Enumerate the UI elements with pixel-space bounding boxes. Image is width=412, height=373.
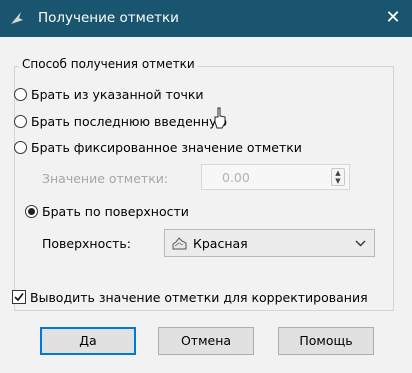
- surface-selected-value: Красная: [193, 236, 248, 251]
- surface-combobox[interactable]: Красная: [164, 229, 375, 257]
- close-icon: ✕: [385, 7, 401, 28]
- spin-up-icon[interactable]: ▲: [335, 169, 340, 177]
- ok-button[interactable]: Да: [40, 327, 136, 355]
- elevation-spinbox[interactable]: 0.00 ▲ ▼: [201, 164, 350, 190]
- radio-fixed-value[interactable]: [14, 141, 27, 154]
- radio-from-surface[interactable]: [25, 205, 38, 218]
- title-bar: Получение отметки ✕: [0, 0, 412, 37]
- elevation-value: 0.00: [222, 170, 250, 185]
- radio-from-surface-label[interactable]: Брать по поверхности: [42, 204, 189, 219]
- radio-last-entered-label[interactable]: Брать последнюю введенную: [31, 114, 227, 129]
- mouse-pointer-icon: [214, 107, 226, 129]
- close-button[interactable]: ✕: [380, 5, 406, 31]
- correction-checkbox[interactable]: [12, 290, 26, 304]
- checkmark-icon: [14, 293, 24, 302]
- chevron-down-icon[interactable]: [355, 238, 366, 249]
- spin-down-icon[interactable]: ▼: [335, 177, 340, 185]
- dialog-body: Способ получения отметки Брать из указан…: [0, 37, 412, 373]
- window-title: Получение отметки: [38, 10, 179, 26]
- surface-label: Поверхность:: [42, 236, 131, 251]
- help-button[interactable]: Помощь: [278, 327, 374, 355]
- radio-last-entered[interactable]: [14, 115, 27, 128]
- cancel-button[interactable]: Отмена: [158, 327, 254, 355]
- correction-checkbox-label[interactable]: Выводить значение отметки для корректиро…: [30, 290, 368, 305]
- surface-icon: [172, 237, 187, 250]
- elevation-label: Значение отметки:: [42, 171, 169, 186]
- app-icon: [11, 12, 23, 24]
- spin-buttons[interactable]: ▲ ▼: [331, 168, 345, 186]
- method-group-title: Способ получения отметки: [19, 57, 198, 71]
- radio-fixed-value-label[interactable]: Брать фиксированное значение отметки: [31, 140, 302, 155]
- radio-from-point-label[interactable]: Брать из указанной точки: [31, 87, 204, 102]
- radio-from-point[interactable]: [14, 88, 27, 101]
